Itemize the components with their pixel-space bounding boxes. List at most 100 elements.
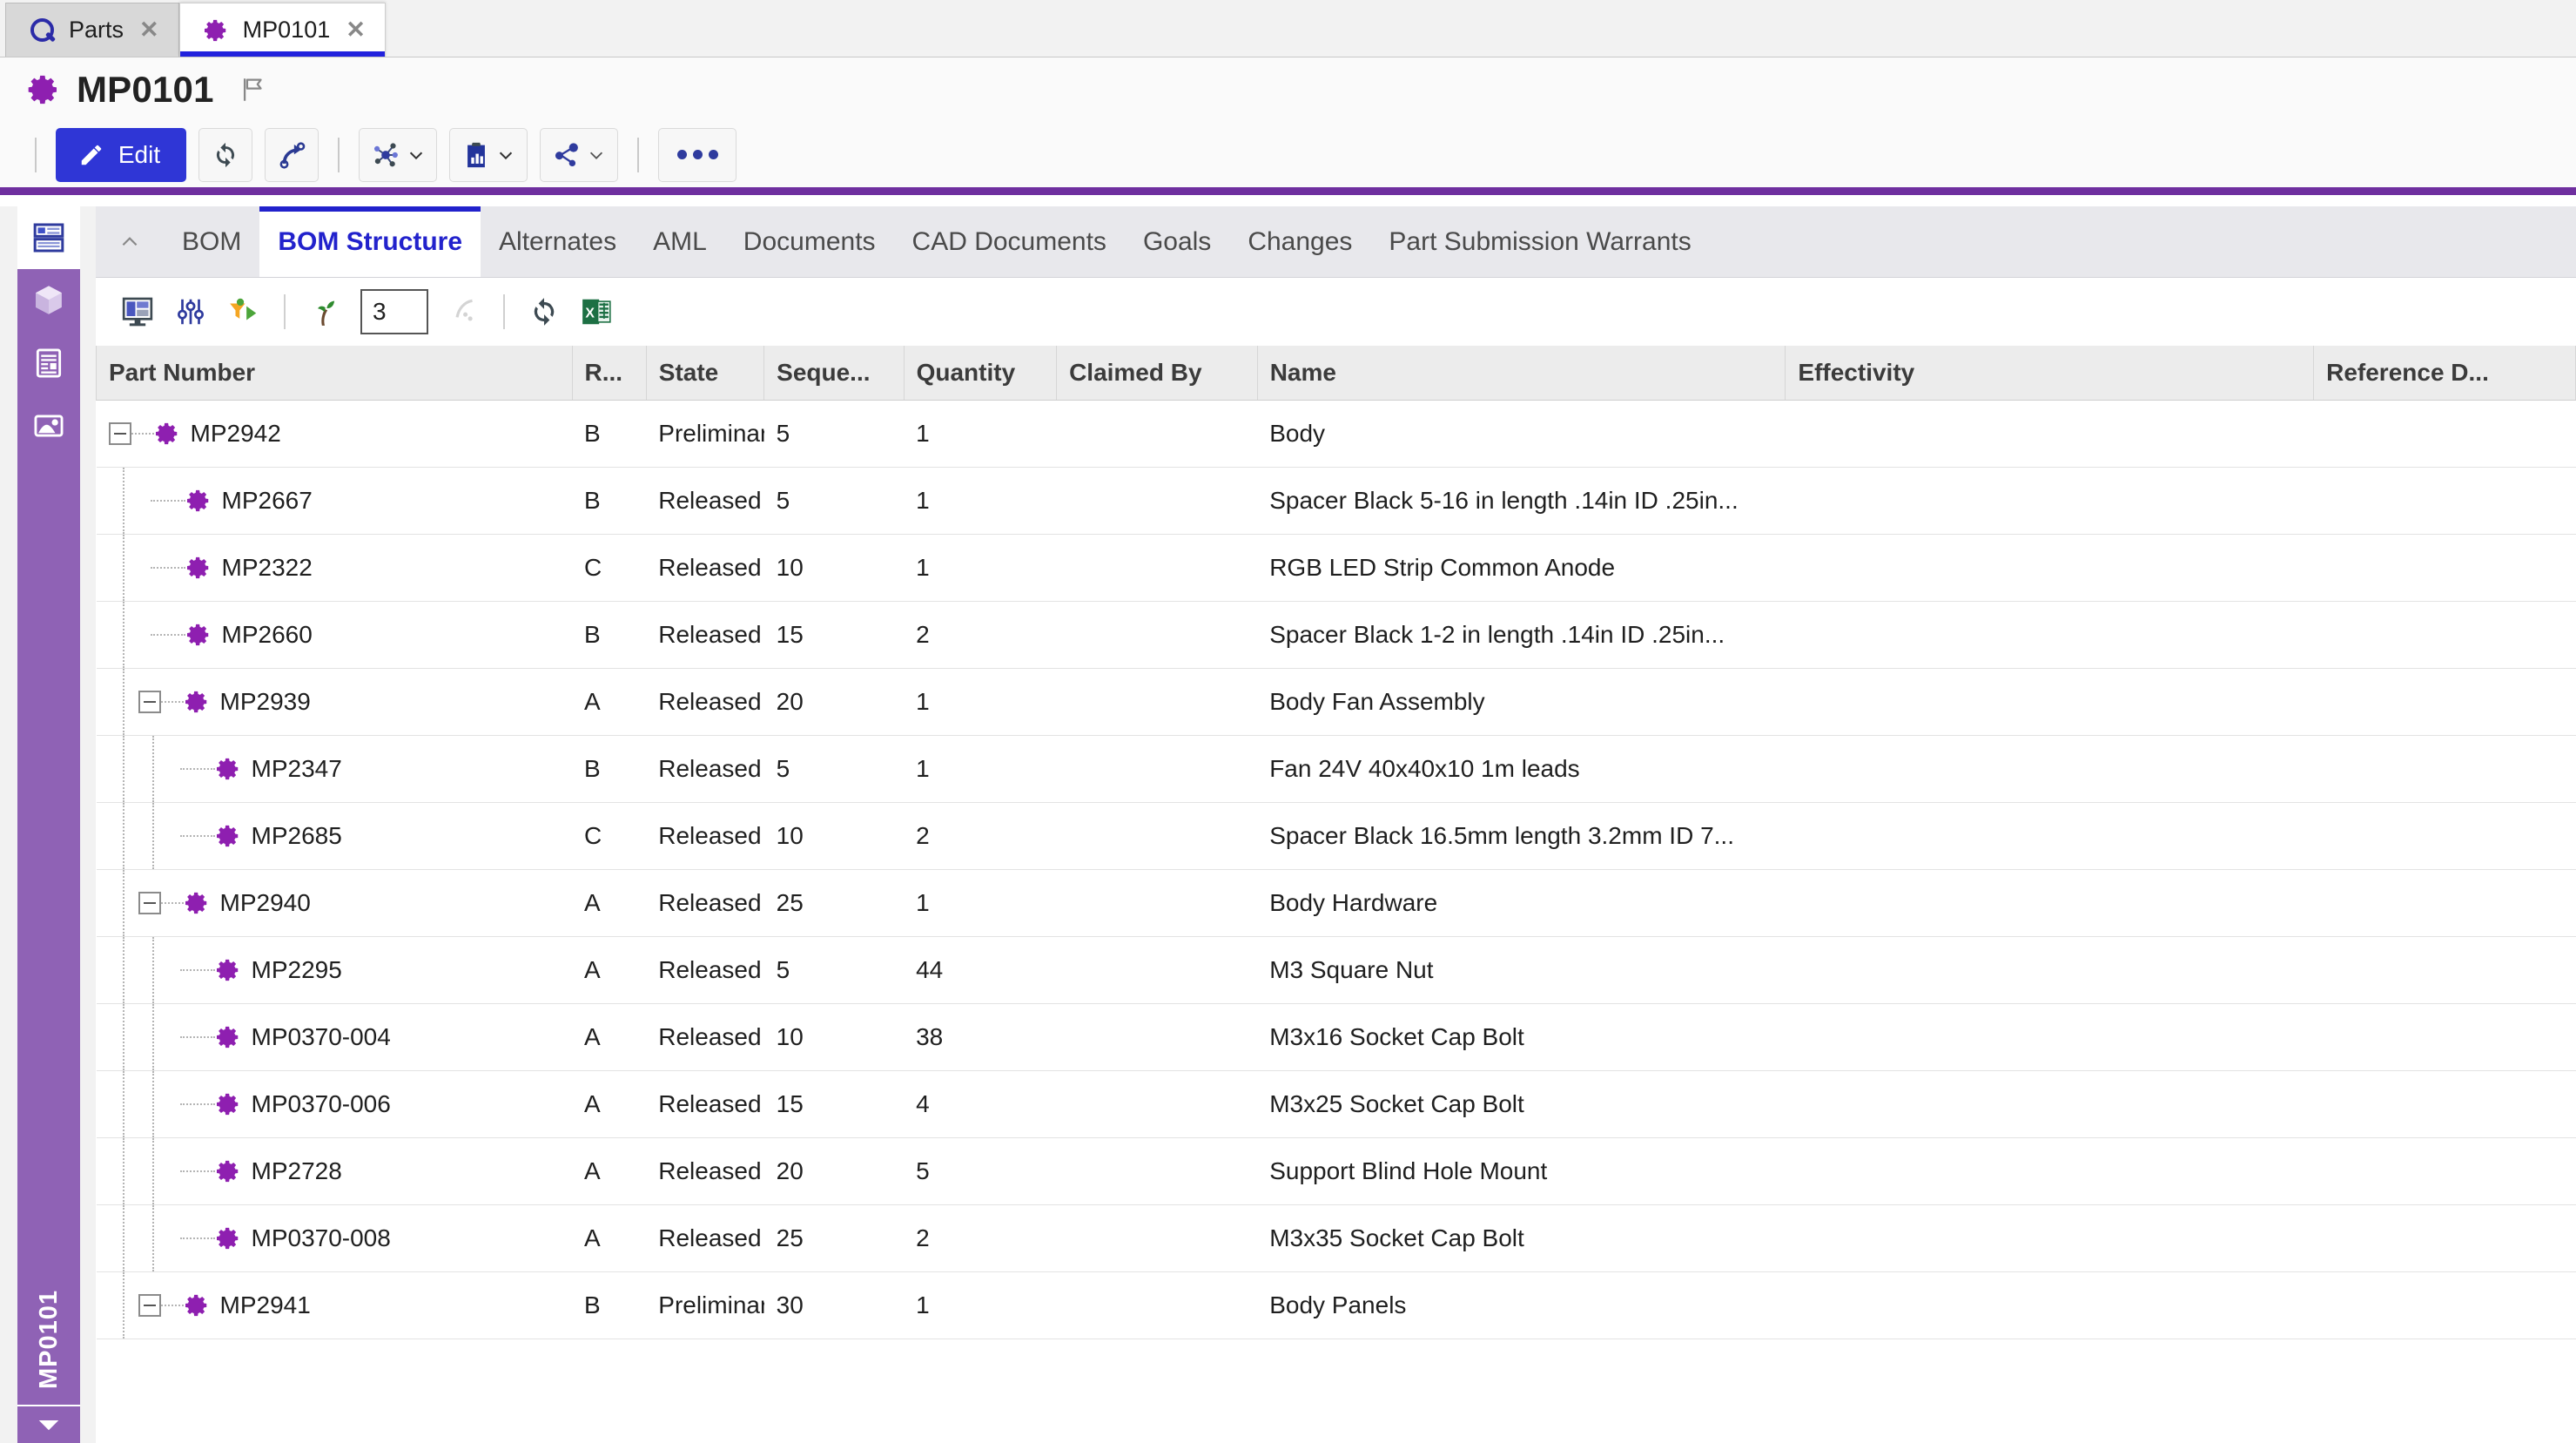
column-header-reference-designator[interactable]: Reference D... (2314, 346, 2576, 400)
sidebar-collapse-button[interactable] (17, 1405, 80, 1443)
share-button[interactable] (540, 128, 618, 182)
promote-button[interactable] (265, 128, 319, 182)
tab-label: Part Submission Warrants (1389, 227, 1691, 257)
cell-part-number[interactable]: MP2347 (97, 735, 573, 802)
cell-part-number[interactable]: MP0370-006 (97, 1070, 573, 1137)
cell-quantity: 5 (904, 1137, 1056, 1204)
column-header-quantity[interactable]: Quantity (904, 346, 1056, 400)
cell-part-number[interactable]: MP2667 (97, 467, 573, 534)
gear-icon (184, 890, 210, 916)
tab-part-submission-warrants[interactable]: Part Submission Warrants (1370, 206, 1709, 277)
browser-tab-label: MP0101 (243, 17, 331, 44)
collapse-tree-icon[interactable] (447, 295, 481, 328)
sidebar-item-image[interactable] (17, 394, 80, 457)
sidebar-item-model[interactable] (17, 269, 80, 332)
browser-tab-bar: Parts ✕ MP0101 ✕ (0, 0, 2576, 57)
collapse-tabs-button[interactable] (96, 206, 164, 277)
close-icon[interactable]: ✕ (346, 18, 366, 42)
tab-aml[interactable]: AML (635, 206, 725, 277)
tab-alternates[interactable]: Alternates (481, 206, 635, 277)
tab-documents[interactable]: Documents (725, 206, 894, 277)
cell-quantity: 1 (904, 534, 1056, 601)
cell-part-number[interactable]: MP2942 (97, 400, 573, 467)
flag-outline-icon[interactable] (239, 75, 268, 105)
tab-label: BOM (182, 227, 241, 257)
sidebar-item-summary[interactable] (17, 206, 80, 269)
export-excel-icon[interactable]: X (580, 295, 613, 328)
more-actions-button[interactable] (658, 128, 736, 182)
cell-part-number[interactable]: MP2660 (97, 601, 573, 668)
tab-cad-documents[interactable]: CAD Documents (894, 206, 1125, 277)
browser-tab-parts[interactable]: Parts ✕ (5, 3, 179, 57)
table-row[interactable]: MP2660BReleased152Spacer Black 1-2 in le… (97, 601, 2576, 668)
table-row[interactable]: MP2347BReleased51Fan 24V 40x40x10 1m lea… (97, 735, 2576, 802)
cell-part-number[interactable]: MP2322 (97, 534, 573, 601)
cell-name: M3x16 Socket Cap Bolt (1257, 1003, 1786, 1070)
table-row[interactable]: MP2667BReleased51Spacer Black 5-16 in le… (97, 467, 2576, 534)
tree-collapse-toggle[interactable] (138, 691, 161, 713)
refresh-grid-icon[interactable] (528, 295, 561, 328)
tab-label: AML (653, 227, 707, 257)
cell-state: Released (646, 534, 763, 601)
relationships-button[interactable] (359, 128, 437, 182)
tab-label: Alternates (499, 227, 616, 257)
table-row[interactable]: MP2942BPreliminary51Body (97, 400, 2576, 467)
settings-sliders-icon[interactable] (174, 295, 207, 328)
column-header-revision[interactable]: R... (572, 346, 646, 400)
browser-tab-mp0101[interactable]: MP0101 ✕ (179, 3, 386, 57)
expand-tree-icon[interactable] (308, 295, 341, 328)
tree-collapse-toggle[interactable] (109, 422, 131, 445)
table-row[interactable]: MP2685CReleased102Spacer Black 16.5mm le… (97, 802, 2576, 869)
cell-sequence: 5 (764, 936, 904, 1003)
refresh-button[interactable] (198, 128, 252, 182)
tab-changes[interactable]: Changes (1229, 206, 1370, 277)
cell-reference-designator (2314, 936, 2576, 1003)
tab-goals[interactable]: Goals (1125, 206, 1229, 277)
cell-part-number[interactable]: MP2295 (97, 936, 573, 1003)
part-number-label: MP2322 (222, 554, 313, 582)
filter-apply-icon[interactable] (226, 295, 261, 328)
table-row[interactable]: MP0370-008AReleased252M3x35 Socket Cap B… (97, 1204, 2576, 1271)
cell-part-number[interactable]: MP0370-004 (97, 1003, 573, 1070)
column-header-name[interactable]: Name (1257, 346, 1786, 400)
cell-part-number[interactable]: MP2685 (97, 802, 573, 869)
table-row[interactable]: MP2941BPreliminary301Body Panels (97, 1271, 2576, 1338)
cell-state: Released (646, 668, 763, 735)
cell-revision: C (572, 802, 646, 869)
table-row[interactable]: MP2295AReleased544M3 Square Nut (97, 936, 2576, 1003)
table-row[interactable]: MP2940AReleased251Body Hardware (97, 869, 2576, 936)
tree-connector (161, 902, 184, 904)
table-row[interactable]: MP2728AReleased205Support Blind Hole Mou… (97, 1137, 2576, 1204)
cell-part-number[interactable]: MP2940 (97, 869, 573, 936)
cell-part-number[interactable]: MP2728 (97, 1137, 573, 1204)
column-header-sequence[interactable]: Seque... (764, 346, 904, 400)
cell-state: Released (646, 601, 763, 668)
part-number-label: MP2667 (222, 487, 313, 515)
table-row[interactable]: MP2322CReleased101RGB LED Strip Common A… (97, 534, 2576, 601)
tab-bom[interactable]: BOM (164, 206, 259, 277)
column-header-claimed-by[interactable]: Claimed By (1057, 346, 1258, 400)
column-header-part-number[interactable]: Part Number (97, 346, 573, 400)
cell-part-number[interactable]: MP2941 (97, 1271, 573, 1338)
tree-guide (109, 535, 138, 601)
tree-collapse-toggle[interactable] (138, 1294, 161, 1317)
cell-revision: C (572, 534, 646, 601)
reports-button[interactable] (449, 128, 528, 182)
table-row[interactable]: MP0370-004AReleased1038M3x16 Socket Cap … (97, 1003, 2576, 1070)
tree-collapse-toggle[interactable] (138, 892, 161, 914)
cell-quantity: 1 (904, 869, 1056, 936)
edit-button[interactable]: Edit (56, 128, 186, 182)
layout-view-icon[interactable] (120, 294, 155, 329)
column-header-effectivity[interactable]: Effectivity (1786, 346, 2314, 400)
tree-guide (138, 803, 168, 869)
sidebar-item-document[interactable] (17, 332, 80, 394)
table-row[interactable]: MP2939AReleased201Body Fan Assembly (97, 668, 2576, 735)
close-icon[interactable]: ✕ (139, 18, 159, 42)
cell-part-number[interactable]: MP0370-008 (97, 1204, 573, 1271)
cell-part-number[interactable]: MP2939 (97, 668, 573, 735)
tab-bom-structure[interactable]: BOM Structure (259, 206, 481, 277)
table-row[interactable]: MP0370-006AReleased154M3x25 Socket Cap B… (97, 1070, 2576, 1137)
column-header-state[interactable]: State (646, 346, 763, 400)
level-input[interactable] (360, 289, 428, 334)
part-number-label: MP2685 (252, 822, 342, 850)
